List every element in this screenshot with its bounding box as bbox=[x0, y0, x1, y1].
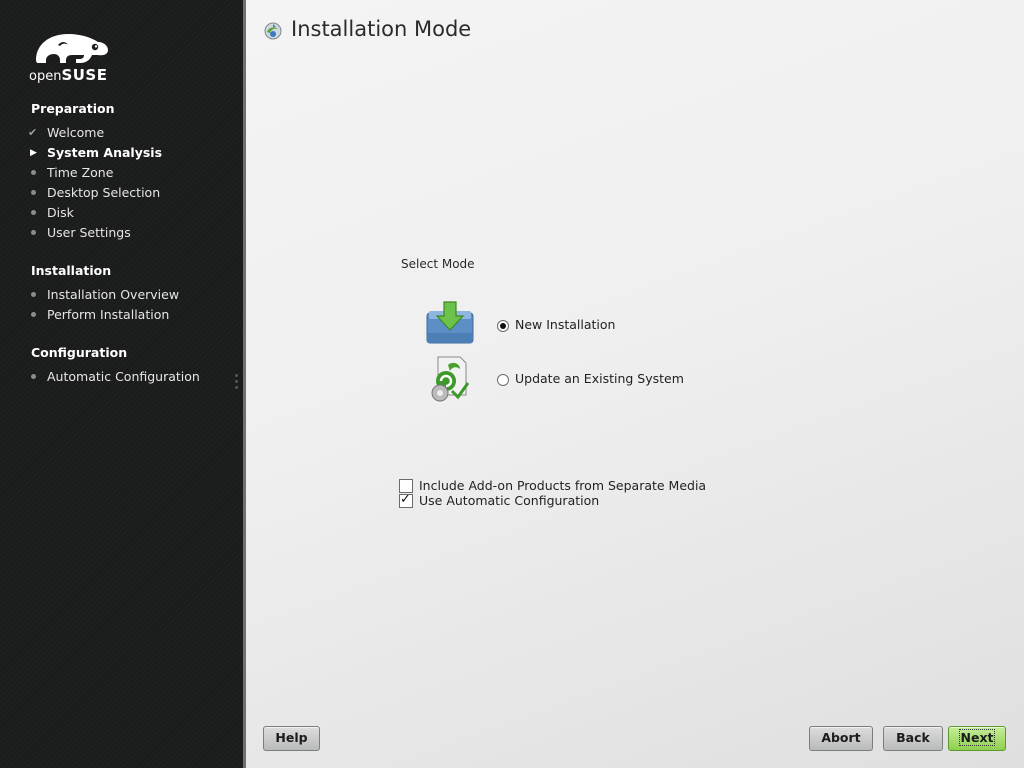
step-system-analysis: System Analysis bbox=[47, 145, 163, 160]
bullet-icon bbox=[31, 292, 36, 297]
update-system-radio[interactable] bbox=[497, 374, 509, 386]
sidebar-resize-handle[interactable] bbox=[235, 374, 239, 392]
bullet-icon bbox=[31, 312, 36, 317]
next-button[interactable]: Next bbox=[948, 726, 1006, 751]
new-installation-radio[interactable] bbox=[497, 320, 509, 332]
section-title-installation: Installation bbox=[31, 263, 112, 278]
section-title-preparation: Preparation bbox=[31, 101, 115, 116]
step-welcome: Welcome bbox=[47, 125, 105, 140]
step-installation-overview: Installation Overview bbox=[47, 287, 180, 302]
page-title: Installation Mode bbox=[291, 17, 472, 41]
step-desktop-selection: Desktop Selection bbox=[47, 185, 161, 200]
update-system-icon bbox=[431, 356, 470, 402]
addon-products-checkbox[interactable] bbox=[399, 479, 413, 493]
yast-installation-icon bbox=[264, 22, 282, 40]
download-folder-icon bbox=[426, 301, 474, 344]
logo-wordmark: openSUSE bbox=[29, 66, 108, 84]
chameleon-icon bbox=[36, 34, 108, 63]
done-check-icon: ✔ bbox=[28, 126, 38, 139]
step-automatic-configuration: Automatic Configuration bbox=[47, 369, 200, 384]
bullet-icon bbox=[31, 230, 36, 235]
section-title-configuration: Configuration bbox=[31, 345, 128, 360]
step-disk: Disk bbox=[47, 205, 74, 220]
sidebar: openSUSE Preparation ✔ Welcome ▶ System … bbox=[0, 0, 243, 768]
update-system-label[interactable]: Update an Existing System bbox=[515, 371, 684, 386]
opensuse-logo: openSUSE bbox=[28, 30, 112, 86]
step-user-settings: User Settings bbox=[47, 225, 131, 240]
addon-products-label[interactable]: Include Add-on Products from Separate Me… bbox=[419, 478, 706, 493]
main-panel: Installation Mode Select Mode New Instal… bbox=[246, 0, 1024, 768]
auto-config-checkbox[interactable]: ✓ bbox=[399, 492, 413, 508]
bullet-icon bbox=[31, 374, 36, 379]
step-time-zone: Time Zone bbox=[47, 165, 114, 180]
new-installation-label[interactable]: New Installation bbox=[515, 317, 615, 332]
abort-button[interactable]: Abort bbox=[809, 726, 873, 751]
current-step-arrow-icon: ▶ bbox=[30, 148, 37, 158]
help-button[interactable]: Help bbox=[263, 726, 320, 751]
next-button-label: Next bbox=[958, 729, 996, 746]
select-mode-label: Select Mode bbox=[401, 257, 475, 271]
checkmark-icon: ✓ bbox=[400, 492, 411, 507]
bullet-icon bbox=[31, 190, 36, 195]
auto-config-label[interactable]: Use Automatic Configuration bbox=[419, 493, 599, 508]
bullet-icon bbox=[31, 210, 36, 215]
back-button[interactable]: Back bbox=[883, 726, 943, 751]
bullet-icon bbox=[31, 170, 36, 175]
step-perform-installation: Perform Installation bbox=[47, 307, 170, 322]
